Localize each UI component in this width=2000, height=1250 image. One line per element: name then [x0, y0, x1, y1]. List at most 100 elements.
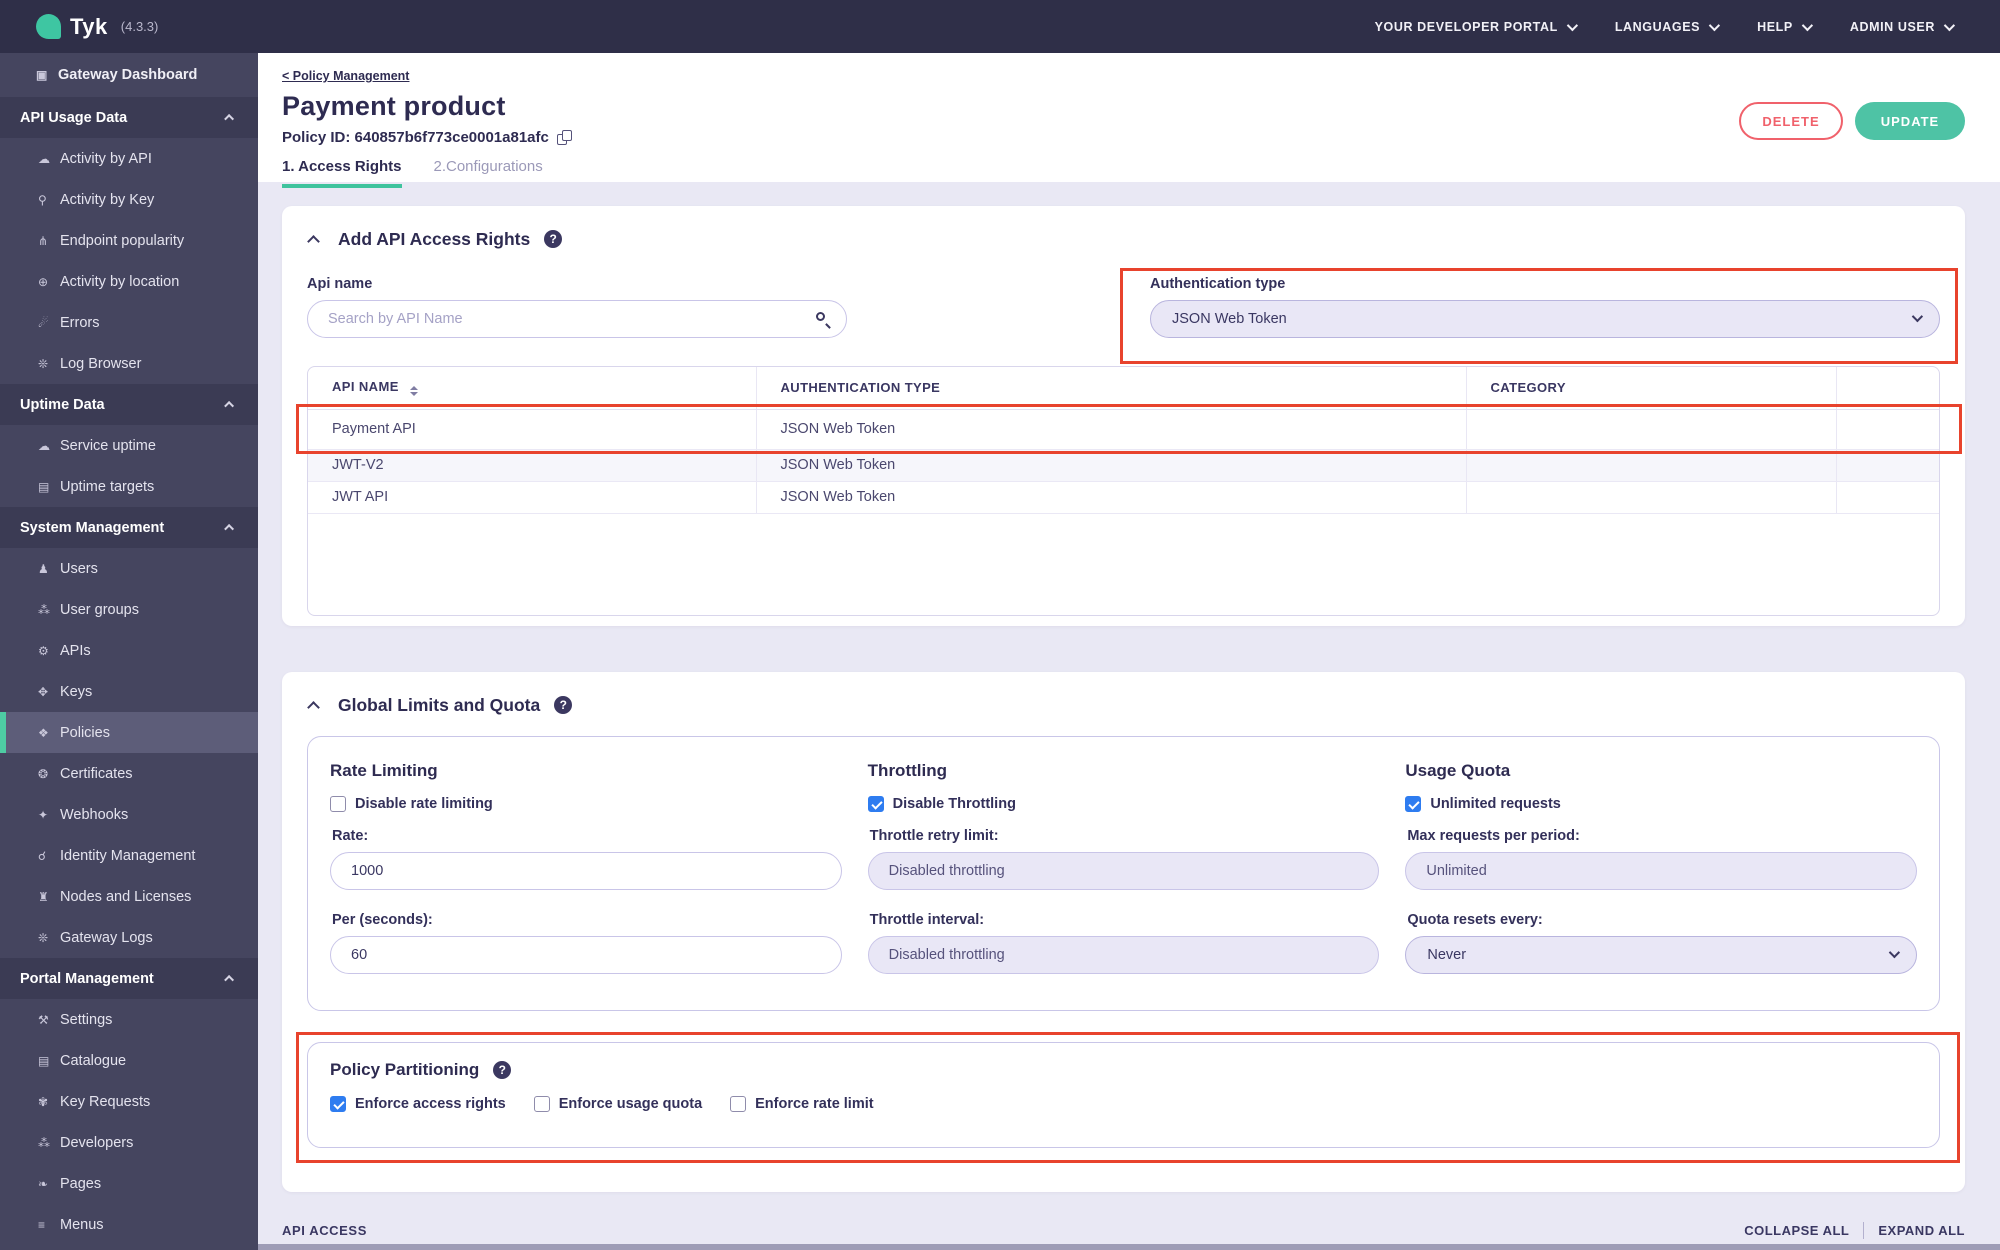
auth-type-label: Authentication type [1150, 276, 1286, 292]
sidebar-item-activity-by-api[interactable]: ☁ Activity by API [0, 138, 258, 179]
sidebar-item-pages[interactable]: ❧ Pages [0, 1163, 258, 1204]
copy-icon[interactable] [556, 130, 572, 145]
help-icon[interactable]: ? [544, 230, 563, 248]
sidebar-item-activity-by-location[interactable]: ⊕ Activity by location [0, 261, 258, 302]
search-icon[interactable] [815, 311, 831, 329]
collapse-chevron-icon[interactable] [307, 234, 320, 248]
api-search-input[interactable] [307, 300, 847, 338]
sidebar-item-users[interactable]: ♟ Users [0, 548, 258, 589]
sidebar-section-system-management[interactable]: System Management [0, 507, 258, 548]
update-button[interactable]: UPDATE [1855, 102, 1965, 140]
checkbox-icon[interactable] [330, 796, 346, 812]
sidebar-item-settings[interactable]: ⚒ Settings [0, 999, 258, 1040]
sidebar-item-uptime-targets[interactable]: ▤ Uptime targets [0, 466, 258, 507]
tab-configurations[interactable]: 2.Configurations [434, 158, 543, 188]
column-header-api-name[interactable]: API NAME [308, 367, 757, 410]
throttle-interval-input[interactable] [867, 936, 1380, 974]
footer-divider [1863, 1222, 1865, 1239]
expand-all-button[interactable]: EXPAND ALL [1878, 1223, 1965, 1238]
table-row-jwt-v2[interactable]: JWT-V2 JSON Web Token [308, 449, 1939, 482]
sidebar-section-api-usage-data[interactable]: API Usage Data [0, 97, 258, 138]
nodes-icon: ✥ [38, 684, 49, 699]
help-icon[interactable]: ? [554, 696, 573, 714]
enforce-access-rights-checkbox[interactable]: Enforce access rights [330, 1096, 506, 1112]
help-icon[interactable]: ? [493, 1061, 512, 1079]
menu-languages[interactable]: LANGUAGES [1615, 19, 1721, 34]
menu-admin-user[interactable]: ADMIN USER [1850, 19, 1956, 34]
sidebar-item-errors[interactable]: ☄ Errors [0, 302, 258, 343]
sidebar-item-label: Service uptime [60, 437, 156, 454]
sidebar-item-gateway-dashboard[interactable]: ▣ Gateway Dashboard [0, 53, 258, 97]
sidebar-item-apis[interactable]: ⚙ APIs [0, 630, 258, 671]
table-row-payment-api[interactable]: Payment API JSON Web Token [308, 409, 1939, 450]
sidebar-item-nodes-and-licenses[interactable]: ♜ Nodes and Licenses [0, 876, 258, 917]
breadcrumb[interactable]: < Policy Management [282, 69, 409, 83]
bottom-scrollbar[interactable] [258, 1244, 2000, 1250]
quota-resets-label: Quota resets every: [1407, 912, 1543, 928]
sidebar-item-webhooks[interactable]: ✦ Webhooks [0, 794, 258, 835]
checkbox-icon[interactable] [330, 1096, 346, 1112]
unlimited-requests-checkbox[interactable]: Unlimited requests [1405, 796, 1917, 812]
chevron-up-icon [224, 523, 235, 534]
enforce-usage-quota-checkbox[interactable]: Enforce usage quota [533, 1096, 702, 1112]
checkbox-label: Enforce access rights [355, 1096, 506, 1112]
sidebar-item-key-requests[interactable]: ✾ Key Requests [0, 1081, 258, 1122]
rate-input[interactable] [330, 852, 842, 890]
checkbox-icon[interactable] [867, 796, 884, 812]
collapse-chevron-icon[interactable] [307, 700, 320, 714]
checkbox-icon[interactable] [730, 1096, 747, 1112]
sidebar-item-developers[interactable]: ⁂ Developers [0, 1122, 258, 1163]
quota-resets-select[interactable]: Never [1405, 936, 1918, 974]
enforce-rate-limit-checkbox[interactable]: Enforce rate limit [730, 1096, 874, 1112]
sidebar-item-label: Log Browser [60, 355, 142, 372]
per-seconds-label: Per (seconds): [332, 912, 433, 928]
sidebar-item-log-browser[interactable]: ❊ Log Browser [0, 343, 258, 384]
section-label: Portal Management [20, 970, 154, 987]
tyk-leaf-icon [36, 14, 61, 39]
sidebar-section-portal-management[interactable]: Portal Management [0, 958, 258, 999]
disable-throttling-checkbox[interactable]: Disable Throttling [867, 796, 1380, 812]
menu-help[interactable]: HELP [1757, 19, 1813, 34]
tyk-logo[interactable]: Tyk (4.3.3) [36, 14, 158, 40]
delete-button[interactable]: DELETE [1739, 102, 1843, 140]
section-label: API Usage Data [20, 109, 128, 126]
sidebar-item-identity-management[interactable]: ☌ Identity Management [0, 835, 258, 876]
auth-type-select[interactable]: JSON Web Token [1150, 300, 1940, 338]
throttle-retry-input[interactable] [867, 852, 1380, 890]
column-header-empty [1836, 367, 1939, 410]
sidebar-section-uptime-data[interactable]: Uptime Data [0, 384, 258, 425]
section-label: Uptime Data [20, 396, 105, 413]
layers-icon: ❖ [38, 725, 49, 740]
menu-label: HELP [1757, 19, 1793, 34]
table-row-jwt-api[interactable]: JWT API JSON Web Token [308, 481, 1939, 514]
footer-bar: API ACCESS COLLAPSE ALL EXPAND ALL [282, 1222, 1965, 1239]
sidebar-item-activity-by-key[interactable]: ⚲ Activity by Key [0, 179, 258, 220]
page-header: < Policy Management Payment product Poli… [258, 53, 2000, 188]
sidebar-item-certificates[interactable]: ❂ Certificates [0, 753, 258, 794]
cloud-icon: ☁ [38, 438, 50, 453]
sidebar-item-endpoint-popularity[interactable]: ⋔ Endpoint popularity [0, 220, 258, 261]
sidebar-item-user-groups[interactable]: ⁂ User groups [0, 589, 258, 630]
checkbox-icon[interactable] [533, 1096, 550, 1112]
bug-icon: ❊ [38, 930, 49, 945]
cell-empty [1836, 481, 1939, 514]
per-seconds-input[interactable] [330, 936, 842, 974]
disable-rate-limiting-checkbox[interactable]: Disable rate limiting [330, 796, 842, 812]
sidebar-item-gateway-logs[interactable]: ❊ Gateway Logs [0, 917, 258, 958]
sidebar-item-menus[interactable]: ≡ Menus [0, 1204, 258, 1245]
sidebar-item-keys[interactable]: ✥ Keys [0, 671, 258, 712]
version-label: (4.3.3) [120, 19, 159, 34]
menu-developer-portal[interactable]: YOUR DEVELOPER PORTAL [1375, 19, 1578, 34]
top-bar: Tyk (4.3.3) YOUR DEVELOPER PORTAL LANGUA… [0, 0, 2000, 53]
sidebar-item-label: Endpoint popularity [60, 232, 185, 249]
tab-access-rights[interactable]: 1. Access Rights [282, 158, 402, 188]
max-requests-input[interactable] [1405, 852, 1918, 890]
collapse-all-button[interactable]: COLLAPSE ALL [1744, 1223, 1849, 1238]
checkbox-icon[interactable] [1405, 796, 1422, 812]
sidebar-item-policies[interactable]: ❖ Policies [0, 712, 258, 753]
sidebar-item-service-uptime[interactable]: ☁ Service uptime [0, 425, 258, 466]
chevron-up-icon [224, 113, 235, 124]
chevron-down-icon [1566, 19, 1578, 31]
cell-category [1466, 409, 1837, 450]
sidebar-item-catalogue[interactable]: ▤ Catalogue [0, 1040, 258, 1081]
